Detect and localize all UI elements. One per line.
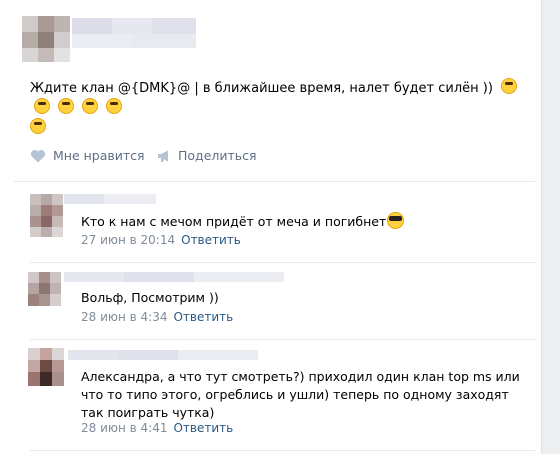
megaphone-icon: [158, 150, 168, 162]
post-text: Ждите клан @{DMK}@ | в ближайшее время, …: [30, 78, 530, 138]
wink-emoji-icon: [58, 98, 75, 114]
like-label: Мне нравится: [53, 148, 145, 163]
comment-meta: 28 июн в 4:34 Ответить: [81, 310, 233, 324]
divider: [14, 181, 535, 182]
divider: [30, 339, 535, 340]
grin-emoji-icon: [501, 78, 518, 94]
smile-emoji-icon: [30, 118, 46, 134]
heart-icon: [30, 149, 46, 162]
comment-text: Александра, а что тут смотреть?) приходи…: [81, 368, 529, 422]
share-button[interactable]: Поделиться: [157, 148, 257, 163]
comment-meta: 27 июн в 20:14 Ответить: [81, 233, 241, 247]
smile-emoji-icon: [106, 98, 123, 114]
post-card: Ждите клан @{DMK}@ | в ближайшее время, …: [0, 0, 542, 454]
post-text-content: Ждите клан @{DMK}@ | в ближайшее время, …: [30, 81, 493, 96]
divider: [30, 450, 535, 451]
share-label: Поделиться: [178, 148, 257, 163]
comment-date[interactable]: 27 июн в 20:14: [81, 233, 175, 247]
comment-text-content: Кто к нам с мечом придёт от меча и погиб…: [81, 214, 387, 229]
page-background: [542, 0, 560, 454]
comment-date[interactable]: 28 июн в 4:41: [81, 421, 167, 435]
comment-text: Кто к нам с мечом придёт от меча и погиб…: [81, 212, 521, 231]
comment-text-content: Александра, а что тут смотреть?) приходи…: [81, 369, 520, 420]
wink-emoji-icon: [82, 98, 99, 114]
comment-meta: 28 июн в 4:41 Ответить: [81, 421, 233, 435]
comment-text-content: Вольф, Посмотрим )): [81, 290, 219, 305]
grin-emoji-icon: [34, 98, 50, 114]
reply-button[interactable]: Ответить: [173, 421, 233, 435]
comment-text: Вольф, Посмотрим )): [81, 289, 521, 307]
sunglasses-emoji-icon: [387, 212, 405, 229]
comment-date[interactable]: 28 июн в 4:34: [81, 310, 167, 324]
reply-button[interactable]: Ответить: [173, 310, 233, 324]
like-button[interactable]: Мне нравится: [30, 148, 145, 163]
reply-button[interactable]: Ответить: [181, 233, 241, 247]
divider: [30, 262, 535, 263]
